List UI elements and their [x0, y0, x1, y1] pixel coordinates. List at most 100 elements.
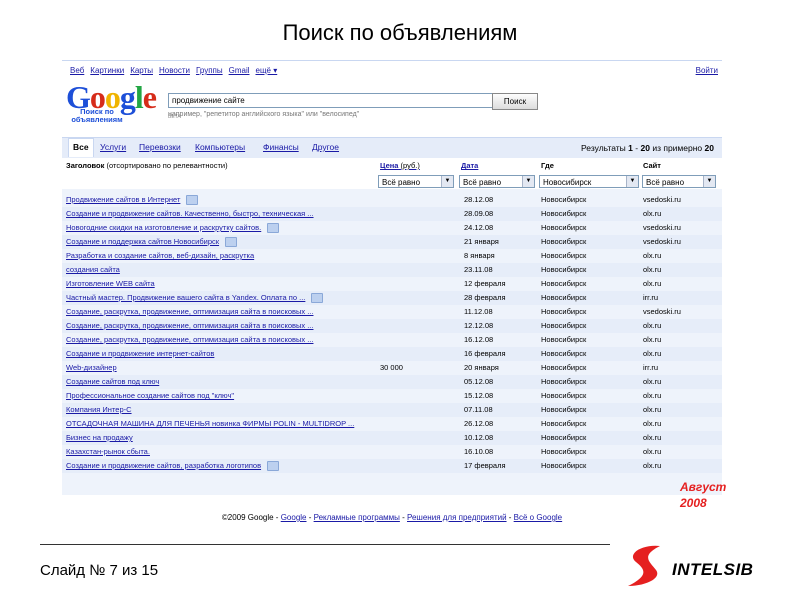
- nav-web[interactable]: Веб: [70, 66, 84, 75]
- photo-icon[interactable]: [267, 461, 279, 471]
- listing-title-link[interactable]: Создание и продвижение сайтов, разработк…: [66, 459, 261, 473]
- top-navigation: Веб Картинки Карты Новости Группы Gmail ещё ▾: [70, 66, 283, 75]
- listing-title-link[interactable]: Продвижение сайтов в Интернет: [66, 193, 180, 207]
- table-row: Создание, раскрутка, продвижение, оптими…: [62, 319, 722, 333]
- listing-title-link[interactable]: Создание, раскрутка, продвижение, оптими…: [66, 305, 313, 319]
- chevron-down-icon: ▼: [522, 176, 534, 187]
- listing-title-link[interactable]: Разработка и создание сайтов, веб-дизайн…: [66, 249, 254, 263]
- header-price[interactable]: Цена (руб.): [380, 161, 420, 170]
- table-row: Профессиональное создание сайтов под "кл…: [62, 389, 722, 403]
- header-date[interactable]: Дата: [461, 161, 478, 170]
- search-input[interactable]: продвижение сайте: [168, 93, 494, 108]
- listing-city: Новосибирск: [541, 461, 587, 470]
- footer-separator: -: [399, 513, 407, 522]
- tab-computers[interactable]: Компьютеры: [195, 142, 245, 152]
- results-from: 1: [628, 143, 633, 153]
- listing-site: irr.ru: [643, 293, 658, 302]
- listing-city: Новосибирск: [541, 279, 587, 288]
- listing-date: 05.12.08: [464, 377, 494, 386]
- tab-transport[interactable]: Перевозки: [139, 142, 181, 152]
- table-row: Создание, раскрутка, продвижение, оптими…: [62, 305, 722, 319]
- table-row: Изготовление WEB сайта 12 февраля Новосиби…: [62, 277, 722, 291]
- nav-news[interactable]: Новости: [159, 66, 190, 75]
- listing-site: vsedoski.ru: [643, 237, 681, 246]
- listing-title-link[interactable]: Создание, раскрутка, продвижение, оптими…: [66, 333, 313, 347]
- search-button[interactable]: Поиск: [492, 93, 538, 110]
- listing-title-link[interactable]: Создание и поддержка сайтов Новосибирск: [66, 235, 219, 249]
- listing-title-link[interactable]: Новогодние скидки на изготовление и раск…: [66, 221, 261, 235]
- footer-separator: -: [506, 513, 514, 522]
- listing-title-link[interactable]: Бизнес на продажу: [66, 431, 133, 445]
- photo-icon[interactable]: [225, 237, 237, 247]
- listing-city: Новосибирск: [541, 377, 587, 386]
- photo-icon[interactable]: [311, 293, 323, 303]
- listing-price: 30 000: [380, 363, 403, 372]
- listing-city: Новосибирск: [541, 293, 587, 302]
- listing-title-link[interactable]: Создание и продвижение сайтов. Качествен…: [66, 207, 314, 221]
- listing-city: Новосибирск: [541, 265, 587, 274]
- slide-title: Поиск по объявлениям: [282, 20, 518, 45]
- tab-finance[interactable]: Финансы: [263, 142, 299, 152]
- listing-city: Новосибирск: [541, 195, 587, 204]
- nav-groups[interactable]: Группы: [196, 66, 223, 75]
- nav-maps[interactable]: Карты: [130, 66, 153, 75]
- listing-city: Новосибирск: [541, 349, 587, 358]
- listing-title-link[interactable]: создания сайта: [66, 263, 120, 277]
- logo-letter: l: [134, 79, 144, 115]
- tab-other[interactable]: Другое: [312, 142, 339, 152]
- footer-link-about[interactable]: Всё о Google: [514, 513, 562, 522]
- listing-date: 11.12.08: [464, 307, 493, 316]
- listing-title-link[interactable]: Профессиональное создание сайтов под "кл…: [66, 389, 234, 403]
- date-note: Август 2008: [680, 479, 726, 511]
- listing-title-link[interactable]: Web-дизайнер: [66, 361, 117, 375]
- nav-images[interactable]: Картинки: [90, 66, 124, 75]
- nav-more[interactable]: ещё ▾: [256, 66, 278, 75]
- footer-link-google[interactable]: Google: [281, 513, 307, 522]
- listing-site: olx.ru: [643, 461, 662, 470]
- google-screenshot: Веб Картинки Карты Новости Группы Gmail ещё ▾ …: [62, 60, 722, 537]
- footer-copyright: ©2009 Google -: [221, 513, 279, 522]
- photo-icon[interactable]: [186, 195, 198, 205]
- listing-title-link[interactable]: Изготовление WEB сайта: [66, 277, 155, 291]
- table-row: Частный мастер. Продвижение вашего сайта…: [62, 291, 722, 305]
- listing-city: Новосибирск: [541, 419, 587, 428]
- listing-title-link[interactable]: Частный мастер. Продвижение вашего сайта…: [66, 291, 305, 305]
- listing-title-link[interactable]: Создание сайтов под ключ: [66, 375, 159, 389]
- table-row: создания сайта 23.11.08 Новосибирск olx.ru: [62, 263, 722, 277]
- date-note-month: Август: [680, 480, 727, 494]
- listing-title-link[interactable]: Казахстан-рынок сбыта.: [66, 445, 150, 459]
- listing-site: olx.ru: [643, 265, 662, 274]
- divider: [40, 544, 610, 545]
- footer-link-business[interactable]: Решения для предприятий: [407, 513, 507, 522]
- table-row: Разработка и создание сайтов, веб-дизайн…: [62, 249, 722, 263]
- listing-date: 15.12.08: [464, 391, 494, 400]
- table-row: Создание и продвижение сайтов. Качествен…: [62, 207, 722, 221]
- logo-subtitle: Поиск по объявлениям: [71, 107, 123, 124]
- listing-title-link[interactable]: Создание, раскрутка, продвижение, оптими…: [66, 319, 313, 333]
- listing-date: 28.12.08: [464, 195, 494, 204]
- listing-city: Новосибирск: [541, 447, 587, 456]
- city-filter-select[interactable]: Новосибирск ▼: [539, 175, 639, 188]
- listing-site: olx.ru: [643, 419, 662, 428]
- price-filter-value: Всё равно: [382, 178, 421, 187]
- listing-city: Новосибирск: [541, 363, 587, 372]
- listing-date: 16 февраля: [464, 349, 506, 358]
- photo-icon[interactable]: [267, 223, 279, 233]
- site-filter-select[interactable]: Всё равно ▼: [642, 175, 716, 188]
- tab-all[interactable]: Все: [68, 138, 94, 157]
- listing-title-link[interactable]: Создание и продвижение интернет-сайтов: [66, 347, 214, 361]
- listing-title-link[interactable]: ОТСАДОЧНАЯ МАШИНА ДЛЯ ПЕЧЕНЬЯ новинка ФИ…: [66, 417, 354, 431]
- signin-link[interactable]: Войти: [696, 66, 718, 75]
- listing-site: olx.ru: [643, 279, 662, 288]
- header-title: Заголовок (отсортировано по релевантност…: [66, 161, 228, 170]
- table-row: Создание и поддержка сайтов Новосибирск 2…: [62, 235, 722, 249]
- price-filter-select[interactable]: Всё равно ▼: [378, 175, 454, 188]
- nav-gmail[interactable]: Gmail: [229, 66, 250, 75]
- listing-date: 07.11.08: [464, 405, 493, 414]
- date-filter-select[interactable]: Всё равно ▼: [459, 175, 535, 188]
- tab-services[interactable]: Услуги: [100, 142, 126, 152]
- footer-link-ads[interactable]: Рекламные программы: [314, 513, 400, 522]
- intelsib-swoosh-icon: [628, 545, 660, 586]
- table-row: Казахстан-рынок сбыта. 16.10.08 Новосибирс…: [62, 445, 722, 459]
- listing-title-link[interactable]: Компания Интер-С: [66, 403, 132, 417]
